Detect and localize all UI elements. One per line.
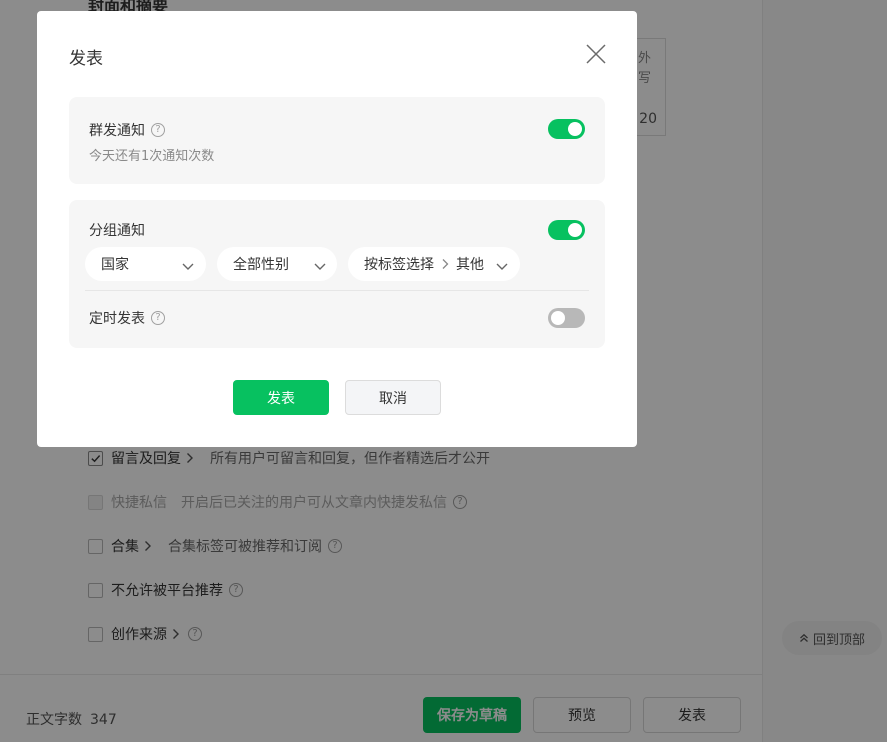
mass-notify-toggle[interactable] — [548, 119, 585, 139]
group-notify-panel: 分组通知 国家 全部性别 按标签选择 其他 定时发表 ? — [69, 200, 605, 348]
dialog-cancel-button[interactable]: 取消 — [345, 380, 441, 415]
scheduled-toggle[interactable] — [548, 308, 585, 328]
close-icon[interactable] — [585, 43, 607, 65]
chevron-down-icon — [314, 259, 326, 270]
chevron-down-icon — [182, 259, 194, 270]
mass-notify-label: 群发通知 — [89, 123, 145, 139]
mass-notify-panel: 群发通知 ? 今天还有1次通知次数 — [69, 97, 605, 184]
mass-notify-remaining: 今天还有1次通知次数 — [89, 149, 215, 164]
group-notify-label: 分组通知 — [89, 223, 145, 239]
mass-notify-label-row: 群发通知 ? — [89, 120, 165, 140]
group-notify-toggle[interactable] — [548, 220, 585, 240]
panel-divider — [85, 290, 589, 291]
publish-dialog: 发表 群发通知 ? 今天还有1次通知次数 分组通知 国家 全部性别 按标签选择 … — [37, 11, 637, 447]
gender-select-value: 全部性别 — [233, 257, 289, 273]
chevron-right-icon — [438, 258, 452, 270]
country-select-value: 国家 — [101, 257, 129, 273]
gender-select[interactable]: 全部性别 — [217, 247, 337, 281]
country-select[interactable]: 国家 — [85, 247, 206, 281]
help-icon[interactable]: ? — [151, 123, 165, 137]
scheduled-label: 定时发表 — [89, 311, 145, 327]
chevron-down-icon — [496, 259, 508, 270]
tag-select-value: 其他 — [456, 257, 484, 273]
scheduled-label-row: 定时发表 ? — [89, 308, 165, 328]
help-icon[interactable]: ? — [151, 311, 165, 325]
tag-select-label: 按标签选择 — [364, 257, 434, 273]
tag-select[interactable]: 按标签选择 其他 — [348, 247, 520, 281]
dialog-title: 发表 — [69, 49, 103, 69]
dialog-publish-button[interactable]: 发表 — [233, 380, 329, 415]
